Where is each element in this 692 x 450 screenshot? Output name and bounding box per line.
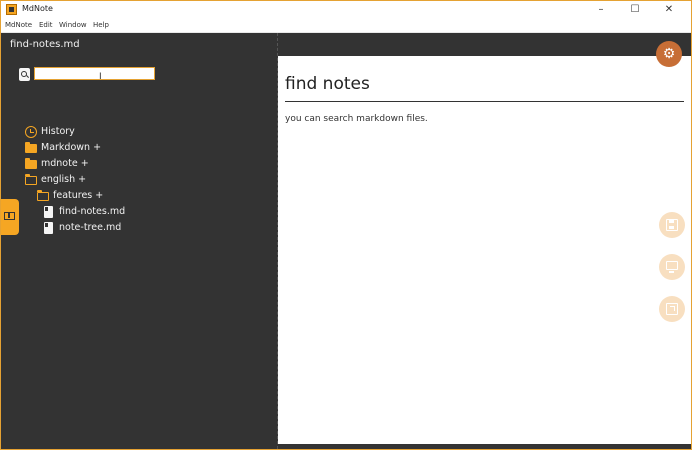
- tree-item-label: find-notes.md: [59, 206, 126, 217]
- export-button[interactable]: [659, 296, 685, 322]
- export-icon: [666, 303, 678, 315]
- document-heading: find notes: [285, 74, 370, 94]
- heading-divider: [285, 101, 684, 102]
- save-icon: [666, 219, 678, 231]
- close-button[interactable]: ✕: [652, 1, 686, 19]
- tree-item-label: note-tree.md: [59, 222, 122, 233]
- title-bar: MdNote – ☐ ✕: [1, 1, 691, 19]
- menu-bar: MdNote Edit Window Help: [1, 19, 691, 33]
- folder-open-icon: [24, 173, 37, 185]
- sidebar: find-notes.md I History Markdown + mdnot…: [1, 33, 277, 449]
- folder-open-icon: [36, 189, 49, 201]
- text-cursor-icon: I: [99, 72, 102, 82]
- menu-window[interactable]: Window: [59, 21, 87, 29]
- history-clock-icon: [25, 126, 37, 138]
- save-button[interactable]: [659, 212, 685, 238]
- status-strip: [278, 444, 691, 449]
- tree-item-label: Markdown +: [41, 142, 102, 153]
- menu-mdnote[interactable]: MdNote: [5, 21, 32, 29]
- menu-help[interactable]: Help: [93, 21, 109, 29]
- folder-icon: [25, 158, 37, 169]
- tree-item-label: mdnote +: [41, 158, 89, 169]
- tree-item-label: features +: [53, 190, 104, 201]
- sidebar-toggle-button[interactable]: [1, 199, 19, 235]
- current-file-name: find-notes.md: [10, 39, 80, 50]
- document-paragraph: you can search markdown files.: [285, 114, 428, 124]
- preview-button[interactable]: [659, 254, 685, 280]
- folder-icon: [25, 142, 37, 153]
- search-input[interactable]: [34, 67, 155, 80]
- search-icon[interactable]: [19, 68, 30, 81]
- menu-edit[interactable]: Edit: [39, 21, 53, 29]
- document-view: find notes you can search markdown files…: [278, 56, 691, 444]
- file-icon: [44, 206, 53, 218]
- tree-item-label: History: [41, 126, 75, 137]
- window-title: MdNote: [22, 4, 53, 13]
- sidebar-panel-icon: [4, 212, 15, 220]
- maximize-button[interactable]: ☐: [618, 1, 652, 19]
- settings-button[interactable]: ⚙: [656, 41, 682, 67]
- app-window: MdNote – ☐ ✕ MdNote Edit Window Help fin…: [0, 0, 692, 450]
- app-logo-icon: [6, 4, 17, 15]
- file-icon: [44, 222, 53, 234]
- gear-icon: ⚙: [662, 46, 676, 62]
- tree-item-label: english +: [41, 174, 87, 185]
- monitor-icon: [666, 261, 678, 273]
- minimize-button[interactable]: –: [584, 1, 618, 19]
